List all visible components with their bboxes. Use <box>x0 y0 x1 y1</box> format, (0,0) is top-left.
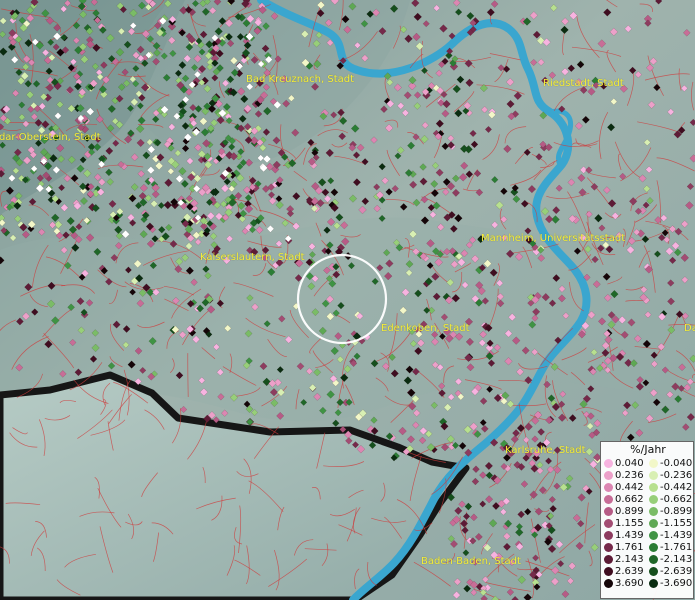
legend-title: %/Jahr <box>630 443 666 456</box>
legend-positive-swatch <box>604 471 613 480</box>
legend-negative-swatch <box>649 567 658 576</box>
legend-negative-value: -2.639 <box>660 566 693 577</box>
legend-negative-value: -0.662 <box>660 494 693 505</box>
legend-negative-swatch <box>649 483 658 492</box>
legend-positive-value: 0.662 <box>615 494 644 505</box>
legend-positive-swatch <box>604 579 613 588</box>
legend-row: 0.662 -0.662 <box>601 494 695 505</box>
legend-row: 0.899 -0.899 <box>601 506 695 517</box>
legend-positive-value: 0.442 <box>615 482 644 493</box>
legend-row: 2.143 -2.143 <box>601 554 695 565</box>
legend-positive-swatch <box>604 495 613 504</box>
legend-negative-value: -2.143 <box>660 554 693 565</box>
legend-negative-value: -0.442 <box>660 482 693 493</box>
legend-positive-value: 3.690 <box>615 578 644 589</box>
legend-negative-swatch <box>649 459 658 468</box>
legend-row: 0.442 -0.442 <box>601 482 695 493</box>
legend-row: 0.236 -0.236 <box>601 470 695 481</box>
legend-row: 1.761 -1.761 <box>601 542 695 553</box>
legend-negative-swatch <box>649 519 658 528</box>
legend-negative-swatch <box>649 495 658 504</box>
legend-positive-swatch <box>604 531 613 540</box>
legend-negative-value: -0.899 <box>660 506 693 517</box>
legend-row: 0.040 -0.040 <box>601 458 695 469</box>
legend-negative-value: -3.690 <box>660 578 693 589</box>
legend-positive-value: 2.143 <box>615 554 644 565</box>
map-view[interactable]: Bad Kreuznach, Stadt Riedstadt, Stadt Id… <box>0 0 695 600</box>
legend-negative-value: -1.761 <box>660 542 693 553</box>
legend-positive-swatch <box>604 459 613 468</box>
legend-row: 3.690 -3.690 <box>601 578 695 589</box>
legend-positive-value: 1.439 <box>615 530 644 541</box>
legend-negative-swatch <box>649 555 658 564</box>
legend-panel: %/Jahr 0.040 -0.040 0.236 -0.236 0.442 -… <box>600 441 694 599</box>
legend-negative-swatch <box>649 531 658 540</box>
legend-negative-swatch <box>649 543 658 552</box>
legend-positive-value: 0.040 <box>615 458 644 469</box>
legend-negative-value: -0.040 <box>660 458 693 469</box>
legend-negative-swatch <box>649 471 658 480</box>
legend-positive-swatch <box>604 507 613 516</box>
legend-positive-swatch <box>604 483 613 492</box>
legend-positive-value: 2.639 <box>615 566 644 577</box>
legend-negative-value: -1.439 <box>660 530 693 541</box>
legend-positive-swatch <box>604 555 613 564</box>
legend-row: 1.439 -1.439 <box>601 530 695 541</box>
legend-positive-value: 1.761 <box>615 542 644 553</box>
legend-positive-value: 1.155 <box>615 518 644 529</box>
legend-positive-swatch <box>604 567 613 576</box>
legend-positive-swatch <box>604 543 613 552</box>
legend-row: 2.639 -2.639 <box>601 566 695 577</box>
legend-row: 1.155 -1.155 <box>601 518 695 529</box>
map-canvas[interactable] <box>0 0 695 600</box>
legend-negative-value: -1.155 <box>660 518 693 529</box>
legend-negative-swatch <box>649 507 658 516</box>
legend-negative-swatch <box>649 579 658 588</box>
legend-negative-value: -0.236 <box>660 470 693 481</box>
legend-positive-value: 0.236 <box>615 470 644 481</box>
legend-positive-value: 0.899 <box>615 506 644 517</box>
legend-positive-swatch <box>604 519 613 528</box>
